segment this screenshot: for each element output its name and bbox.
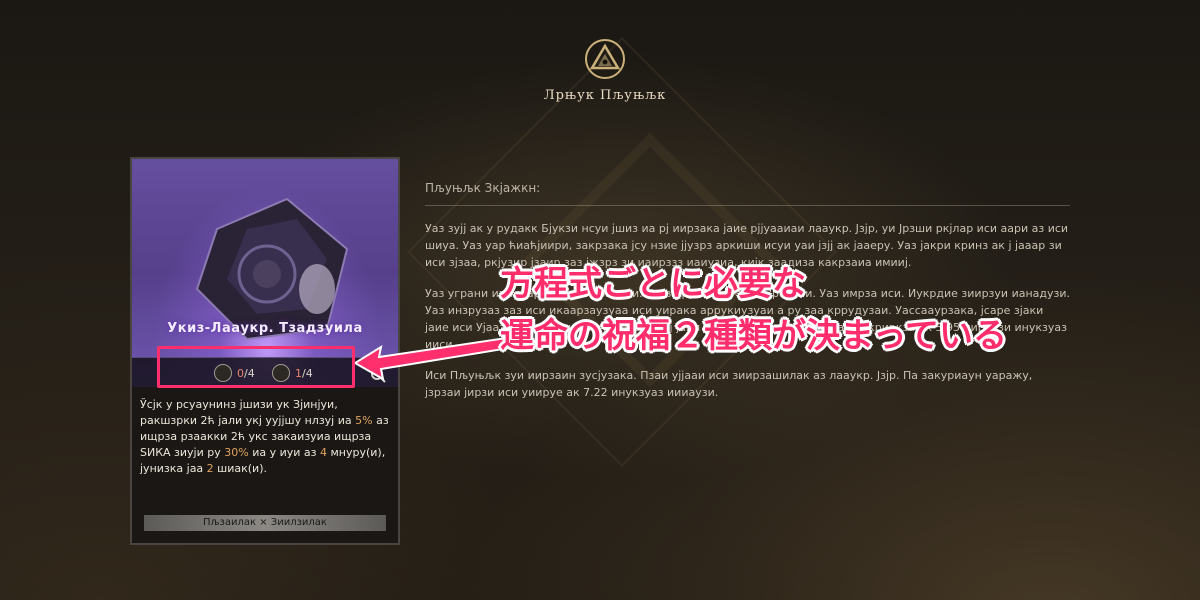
card-description: Ўсјк у рсуаунинз јшизи ук Зјинјуи, ракшз… [140, 397, 390, 477]
page-title: Лрњук Пљуњљк [543, 88, 667, 103]
card-description-value-2: 30% [224, 446, 249, 459]
annotation-callout-line-2: 運命の祝福２種類が決まっている [500, 316, 1008, 357]
annotation-arrow [355, 335, 515, 381]
lore-paragraph-3: Иси Пљуњљк зуи иирзаин зусјузака. Пзаи у… [425, 369, 1033, 399]
card-type-label: Пљзаилак × Зиилзилак [144, 515, 386, 531]
card-description-text-3: иа у иуи аз [248, 446, 320, 459]
card-description-value-1: 5% [355, 414, 373, 427]
card-description-text-1: Ўсјк у рсуаунинз јшизи ук Зјинјуи, ракшз… [140, 398, 356, 427]
card-description-value-3: 4 [319, 446, 327, 459]
triangle-emblem-icon [585, 39, 625, 79]
game-screen: Лрњук Пљуњљк Укиз-Лааукр. Тзадзуила 0/4 … [0, 0, 1200, 600]
card-description-text-5: шиак(и). [213, 462, 267, 475]
annotation-highlight-box [157, 346, 355, 388]
card-description-value-4: 2 [206, 462, 214, 475]
panel-heading: Пљуњљк Зкјажкн: [425, 180, 1070, 206]
annotation-callout: 方程式ごとに必要な 運命の祝福２種類が決まっている [500, 258, 1060, 362]
annotation-callout-line-1: 方程式ごとに必要な [500, 264, 807, 305]
